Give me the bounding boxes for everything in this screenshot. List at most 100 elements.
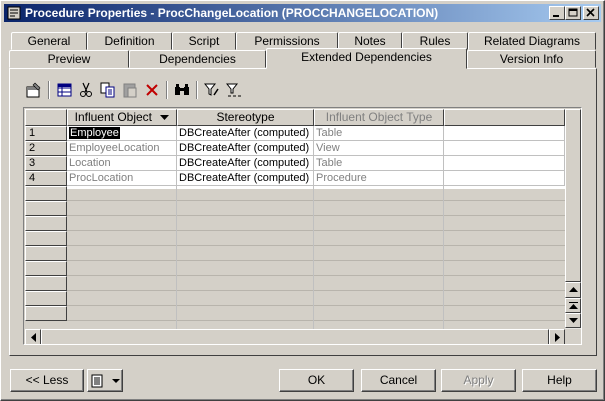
row-header[interactable] [25,291,67,306]
scroll-left-button[interactable] [25,329,41,344]
scroll-right-button[interactable] [549,329,565,344]
vertical-scrollbar[interactable] [565,109,581,330]
table-cell[interactable]: Employee [67,126,177,141]
tab-dependencies[interactable]: Dependencies [129,50,266,68]
table-cell [444,156,565,171]
filter-icon [204,83,219,96]
properties-icon [26,82,41,98]
column-header-influent-object-type[interactable]: Influent Object Type [314,109,444,126]
row-header[interactable] [25,306,67,321]
arrow-top-icon [569,302,578,309]
document-icon [91,374,103,388]
scroll-top-button[interactable] [565,298,581,313]
table-cell [444,141,565,156]
apply-button[interactable]: Apply [441,369,516,392]
row-header[interactable]: 4 [25,171,67,186]
row-header[interactable] [25,201,67,216]
copy-tool-button[interactable] [97,79,119,101]
table-cell[interactable]: View [314,141,444,156]
row-header[interactable]: 3 [25,156,67,171]
cut-tool-button[interactable] [75,79,97,101]
table-cell[interactable]: Location [67,156,177,171]
empty-column [67,186,177,329]
less-button[interactable]: << Less [10,369,84,392]
procedure-icon [7,6,21,20]
document-menu-button[interactable] [87,369,123,392]
tab-related-diagrams[interactable]: Related Diagrams [468,32,596,50]
table-cell[interactable]: EmployeeLocation [67,141,177,156]
properties-window: Procedure Properties - ProcChangeLocatio… [0,0,605,401]
tab-version-info[interactable]: Version Info [467,50,596,68]
add-rows-icon [57,83,72,97]
table-cell[interactable]: Table [314,156,444,171]
scroll-up-button[interactable] [565,282,581,298]
chevron-down-icon [112,379,120,383]
scrollbar-thumb[interactable] [565,109,581,282]
maximize-button[interactable] [565,6,581,20]
toolbar-separator [166,81,168,99]
row-header[interactable] [25,216,67,231]
extended-dependencies-grid: Influent Object Stereotype Influent Obje… [23,107,582,345]
minimize-icon [553,15,559,17]
scrollbar-thumb[interactable] [41,329,549,344]
help-button[interactable]: Help [522,369,597,392]
tab-extended-dependencies[interactable]: Extended Dependencies [266,48,467,69]
filter-clear-icon [226,83,241,97]
table-cell[interactable]: Table [314,126,444,141]
close-icon [586,8,595,17]
empty-column [177,186,314,329]
horizontal-scrollbar[interactable] [25,329,565,344]
row-header[interactable] [25,231,67,246]
grid-corner-header [25,109,67,126]
cut-icon [80,82,92,97]
properties-tool-button[interactable] [23,79,45,101]
empty-column [314,186,444,329]
table-cell [444,126,565,141]
title-bar[interactable]: Procedure Properties - ProcChangeLocatio… [4,4,601,22]
close-button[interactable] [583,6,599,20]
window-title: Procedure Properties - ProcChangeLocatio… [25,6,439,20]
maximize-icon [568,8,578,17]
add-rows-tool-button[interactable] [53,79,75,101]
row-header[interactable] [25,276,67,291]
row-header[interactable] [25,186,67,201]
delete-tool-button[interactable] [141,79,163,101]
row-header[interactable] [25,261,67,276]
arrow-up-icon [569,287,578,292]
filter-tool-button[interactable] [201,79,223,101]
find-icon [175,84,189,95]
table-cell[interactable]: DBCreateAfter (computed) [177,141,314,156]
column-header-stereotype[interactable]: Stereotype [177,109,314,126]
scrollbar-corner [565,329,581,344]
paste-tool-button[interactable] [119,79,141,101]
cancel-button[interactable]: Cancel [361,369,436,392]
delete-icon [146,84,158,96]
find-tool-button[interactable] [171,79,193,101]
arrow-right-icon [555,333,560,342]
table-cell[interactable]: DBCreateAfter (computed) [177,156,314,171]
scroll-down-button[interactable] [565,313,581,328]
sort-down-icon [160,115,170,120]
row-header[interactable] [25,246,67,261]
minimize-button[interactable] [549,6,565,20]
column-header-empty [444,109,565,126]
arrow-left-icon [31,333,36,342]
toolbar-separator [196,81,198,99]
copy-icon [100,82,115,98]
table-cell[interactable]: DBCreateAfter (computed) [177,126,314,141]
ok-button[interactable]: OK [279,369,354,392]
arrow-down-icon [569,318,578,323]
paste-icon [123,83,137,98]
table-cell[interactable]: Procedure [314,171,444,186]
tab-general[interactable]: General [11,32,87,50]
column-header-influent-object[interactable]: Influent Object [67,109,177,126]
table-cell[interactable]: DBCreateAfter (computed) [177,171,314,186]
table-cell [444,171,565,186]
tab-preview[interactable]: Preview [9,50,129,68]
tab-definition[interactable]: Definition [87,32,172,50]
filter-clear-tool-button[interactable] [223,79,245,101]
row-header[interactable]: 1 [25,126,67,141]
tab-script[interactable]: Script [172,32,236,50]
table-cell[interactable]: ProcLocation [67,171,177,186]
row-header[interactable]: 2 [25,141,67,156]
